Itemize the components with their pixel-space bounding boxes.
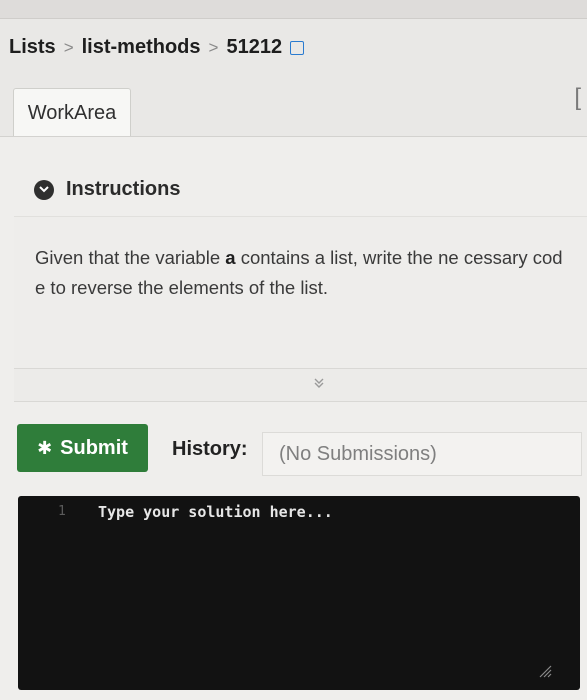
- chevron-down-icon[interactable]: [34, 179, 54, 200]
- external-link-icon[interactable]: [290, 40, 305, 55]
- instructions-text: Given that the variable a contains a lis…: [35, 243, 570, 302]
- gear-icon: ✱: [37, 437, 53, 458]
- code-variable: a: [225, 247, 236, 268]
- line-number: 1: [58, 504, 66, 519]
- history-label: History:: [172, 438, 248, 460]
- breadcrumb-separator: >: [208, 37, 219, 57]
- submit-label: Submit: [60, 436, 128, 459]
- instructions-header[interactable]: Instructions: [34, 178, 180, 201]
- editor-placeholder[interactable]: Type your solution here...: [98, 503, 518, 521]
- breadcrumb-list-methods[interactable]: list-methods: [82, 36, 201, 59]
- expand-bar[interactable]: [14, 368, 587, 402]
- instructions-text-part: Given that the variable: [35, 247, 221, 268]
- breadcrumb-exercise-id: 51212: [226, 36, 283, 58]
- breadcrumb-lists[interactable]: Lists: [9, 36, 56, 59]
- double-chevron-down-icon[interactable]: [313, 376, 325, 392]
- instructions-title: Instructions: [66, 178, 181, 200]
- history-value: (No Submissions): [279, 442, 437, 465]
- bracket-icon: [: [574, 84, 581, 111]
- code-editor[interactable]: 1 Type your solution here...: [18, 496, 580, 690]
- breadcrumb-separator: >: [63, 37, 74, 57]
- submit-button[interactable]: ✱ Submit: [17, 424, 148, 472]
- history-dropdown[interactable]: (No Submissions): [262, 432, 582, 476]
- tab-workarea[interactable]: WorkArea: [13, 88, 131, 137]
- breadcrumb: Lists > list-methods > 51212: [9, 36, 305, 59]
- resize-handle-icon[interactable]: [534, 664, 552, 678]
- tab-workarea-label: WorkArea: [27, 101, 117, 124]
- browser-top-bar: [0, 0, 587, 19]
